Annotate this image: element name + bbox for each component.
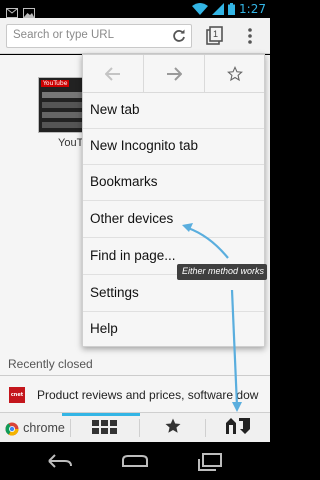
overflow-menu-icon[interactable] [244, 27, 256, 45]
menu-item-label: New tab [90, 102, 140, 117]
menu-item-label: New Incognito tab [90, 138, 199, 153]
battery-icon [228, 0, 236, 19]
omnibox-placeholder: Search or type URL [13, 29, 114, 41]
chrome-home-button[interactable]: chrome [0, 413, 70, 443]
reload-icon[interactable] [171, 28, 187, 44]
menu-item-label: Settings [90, 285, 139, 300]
status-bar: 1:27 [0, 0, 270, 18]
menu-item-label: Help [90, 321, 118, 336]
annotation-callout: Either method works [177, 264, 267, 280]
menu-nav-row [83, 55, 264, 93]
other-devices-button[interactable] [206, 413, 270, 443]
divider [0, 375, 270, 376]
chrome-logo-icon [5, 421, 19, 436]
system-nav-bar [0, 442, 270, 480]
recents-nav-icon[interactable] [195, 450, 225, 472]
thumbnail-badge: YouTube [41, 80, 70, 87]
signal-icon [212, 0, 225, 19]
most-visited-button[interactable] [71, 413, 139, 443]
mail-icon [6, 3, 18, 18]
menu-item-help[interactable]: Help [83, 312, 264, 348]
cnet-favicon: cnet [9, 387, 25, 403]
back-icon[interactable] [83, 55, 143, 93]
menu-item-label: Bookmarks [90, 174, 158, 189]
most-visited-grid-icon [92, 419, 118, 438]
menu-item-new-tab[interactable]: New tab [83, 93, 264, 129]
annotation-text: Either method works [182, 266, 265, 276]
menu-item-label: Other devices [90, 211, 174, 226]
tabs-icon[interactable]: 1 [205, 26, 225, 46]
menu-item-other-devices[interactable]: Other devices [83, 202, 264, 238]
recently-closed-title: Product reviews and prices, software dow [37, 388, 259, 402]
chrome-label: chrome [23, 421, 65, 435]
bookmarks-button[interactable] [140, 413, 205, 443]
recently-closed-item[interactable]: cnet Product reviews and prices, softwar… [0, 383, 270, 409]
menu-item-bookmarks[interactable]: Bookmarks [83, 165, 264, 201]
other-devices-icon [225, 417, 251, 439]
back-nav-icon[interactable] [45, 450, 75, 472]
wifi-icon [192, 0, 209, 19]
forward-icon[interactable] [144, 55, 204, 93]
menu-item-new-incognito-tab[interactable]: New Incognito tab [83, 129, 264, 165]
bookmark-star-icon[interactable] [205, 55, 265, 93]
menu-item-settings[interactable]: Settings [83, 276, 264, 312]
thumbnail-label: YouT [58, 137, 84, 149]
recently-closed-heading: Recently closed [8, 357, 93, 371]
overflow-menu: New tab New Incognito tab Bookmarks Othe… [82, 54, 265, 347]
omnibox[interactable]: Search or type URL [6, 24, 192, 48]
image-icon [23, 3, 35, 18]
tab-count: 1 [213, 29, 219, 39]
status-clock: 1:27 [239, 2, 266, 16]
bookmarks-star-icon [164, 417, 182, 439]
menu-item-label: Find in page... [90, 248, 176, 263]
bottom-bar: chrome [0, 412, 270, 442]
browser-toolbar: Search or type URL 1 [0, 18, 270, 54]
home-nav-icon[interactable] [120, 450, 150, 472]
